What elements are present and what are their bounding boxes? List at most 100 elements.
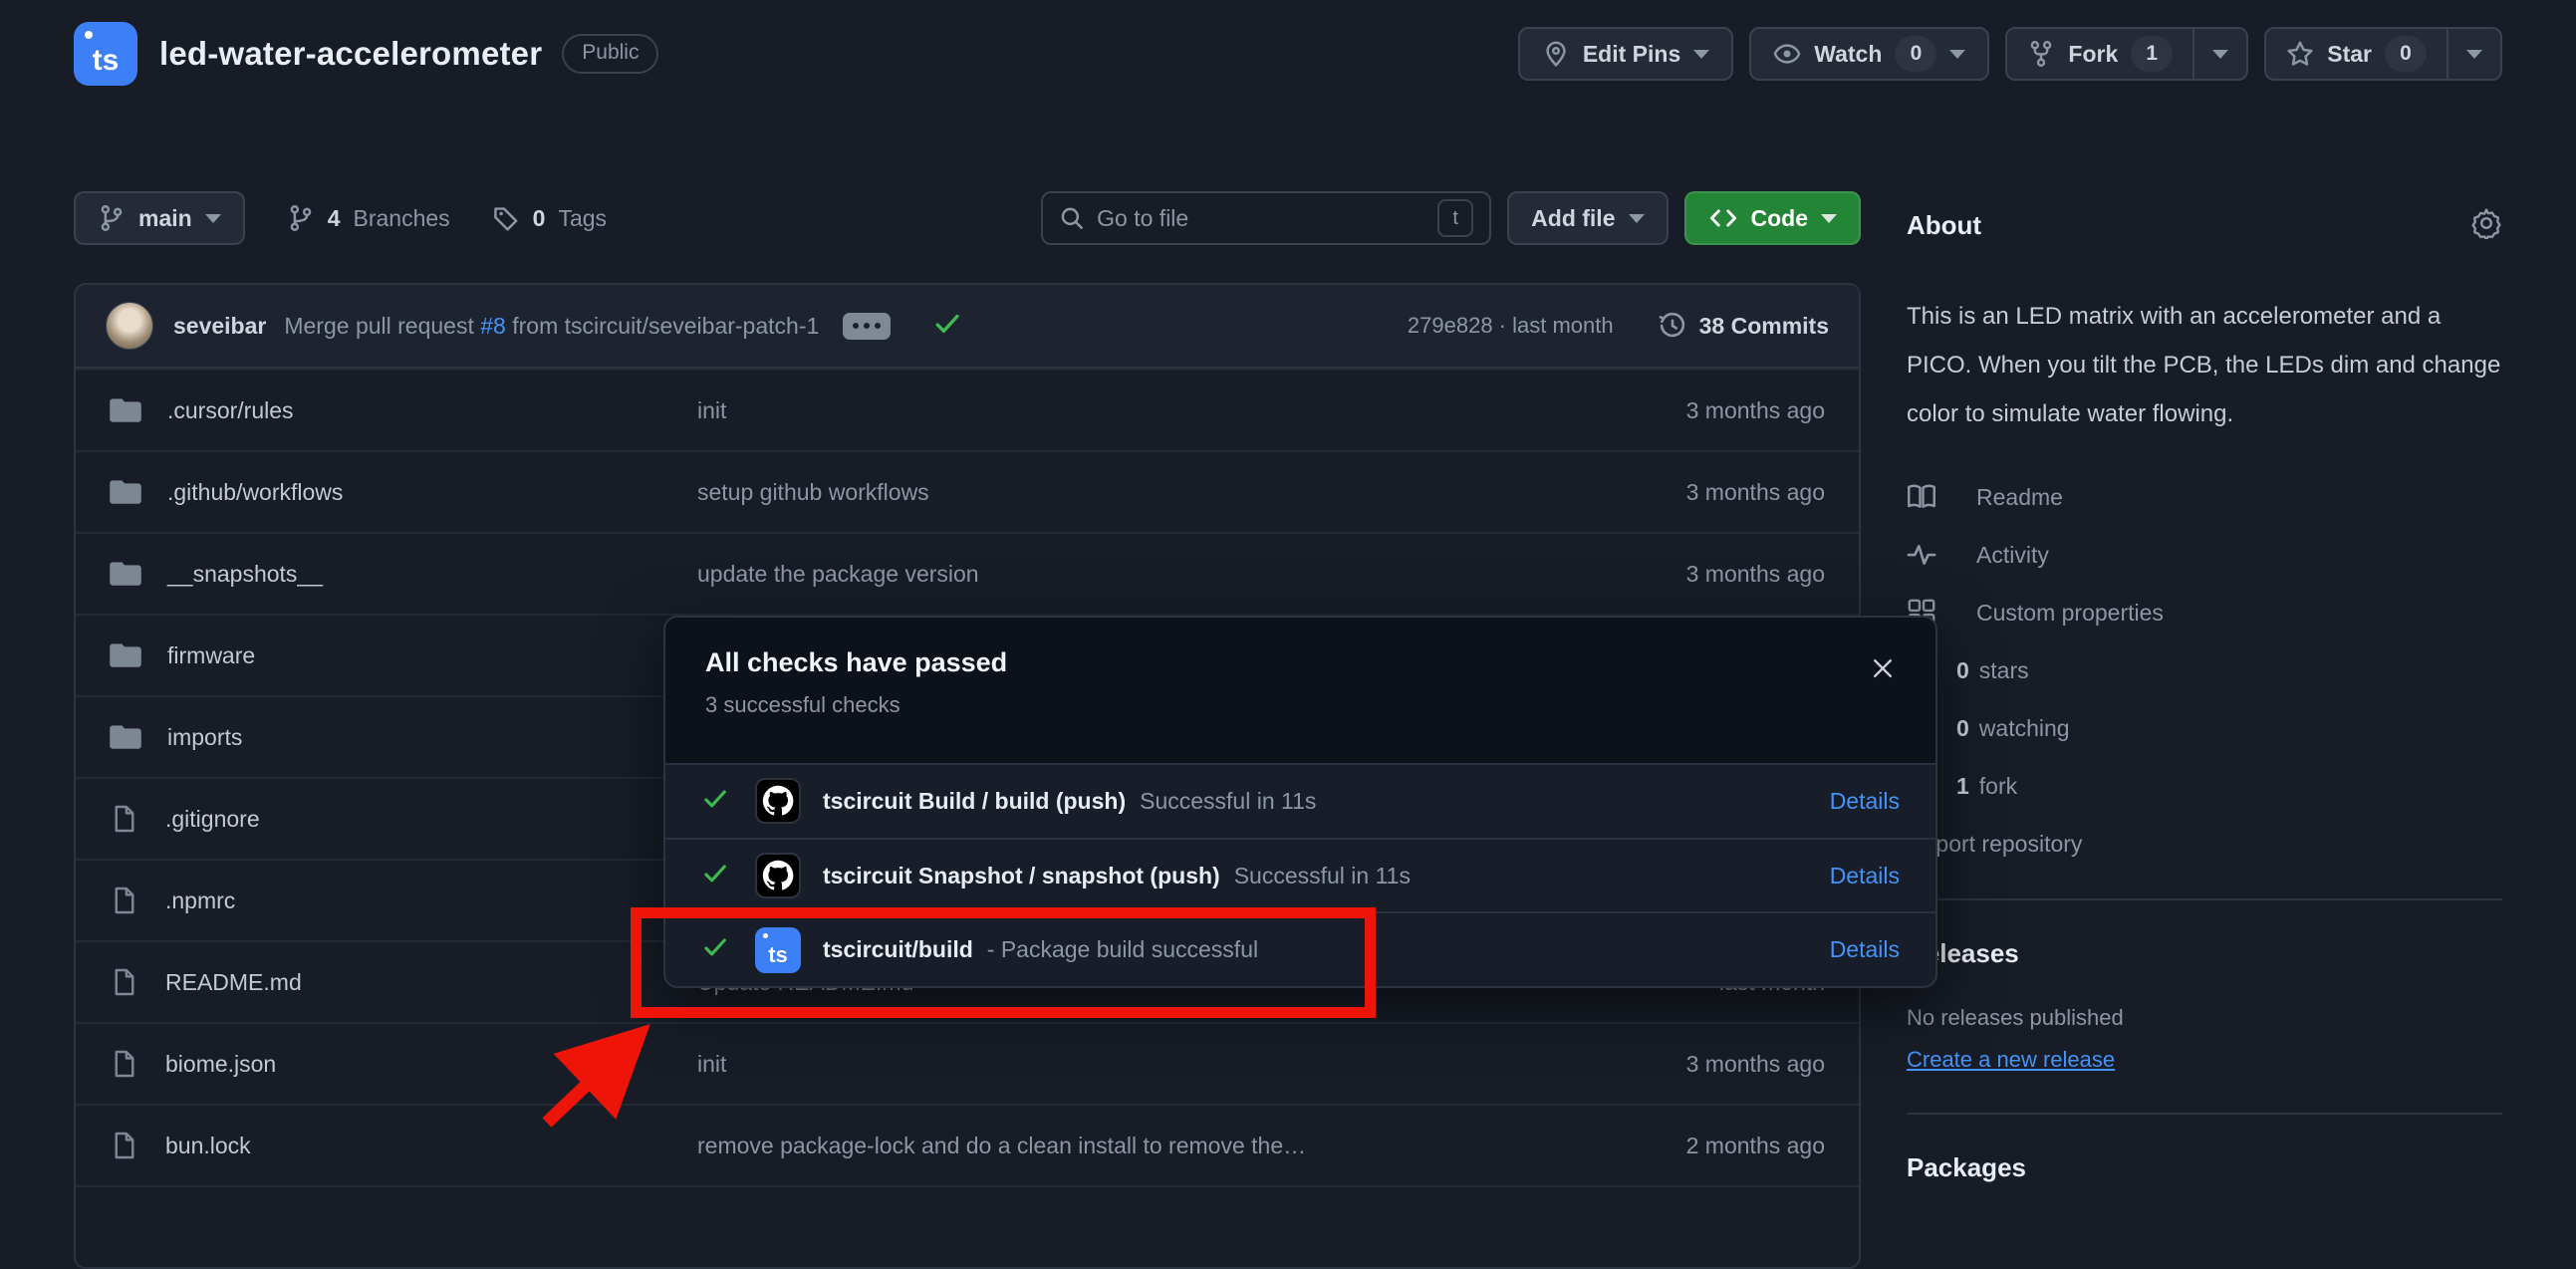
pr-link[interactable]: #8 [480,313,506,339]
commit-history-link[interactable]: 38 Commits [1658,311,1829,341]
details-link[interactable]: Details [1830,936,1900,963]
file-commit-message[interactable]: update the package version [697,561,1576,588]
file-name-link[interactable]: firmware [167,642,255,669]
watch-label: Watch [1814,41,1882,68]
commit-description-toggle[interactable] [843,313,891,340]
sidebar-item-readme[interactable]: Readme [1907,468,2502,526]
commit-message[interactable]: Merge pull request #8 from tscircuit/sev… [284,313,819,340]
tags-link[interactable]: 0 Tags [492,204,607,232]
divider [1907,898,2502,900]
file-name-link[interactable]: __snapshots__ [167,561,323,588]
watch-button[interactable]: Watch 0 [1749,27,1989,81]
github-actions-icon [755,778,801,824]
checks-subtitle: 3 successful checks [705,692,1896,718]
branches-label: Branches [353,205,449,232]
branch-selector[interactable]: main [74,191,245,245]
commit-message-suffix: from tscircuit/seveibar-patch-1 [506,313,819,339]
add-file-label: Add file [1531,205,1615,232]
item-label: Readme [1976,484,2063,511]
star-button[interactable]: Star 0 [2266,29,2447,79]
pulse-icon [1907,540,1936,570]
commit-hash-time[interactable]: 279e828 · last month [1408,313,1614,339]
item-label: watching [1979,715,2070,742]
file-commit-date[interactable]: 3 months ago [1576,1051,1825,1078]
file-name-link[interactable]: bun.lock [165,1133,251,1159]
releases-title: Releases [1907,938,2502,969]
header-actions: Edit Pins Watch 0 Fork 1 [1518,27,2502,81]
chevron-down-icon [205,214,221,223]
org-avatar[interactable]: ts [74,22,137,86]
branches-link[interactable]: 4 Branches [287,204,450,232]
file-icon [110,967,139,997]
sidebar-item-activity[interactable]: Activity [1907,526,2502,584]
org-avatar-label: ts [93,44,120,78]
packages-title: Packages [1907,1152,2502,1183]
about-title: About [1907,210,1981,241]
edit-pins-button[interactable]: Edit Pins [1518,27,1733,81]
folder-icon [110,721,141,753]
fork-dropdown-button[interactable] [2192,29,2246,79]
packages-section: Packages [1907,1152,2502,1183]
code-icon [1708,203,1738,233]
file-name-link[interactable]: biome.json [165,1051,276,1078]
code-button[interactable]: Code [1684,191,1862,245]
file-name-link[interactable]: .npmrc [165,888,235,914]
details-link[interactable]: Details [1830,788,1900,815]
details-link[interactable]: Details [1830,863,1900,889]
add-file-button[interactable]: Add file [1507,191,1668,245]
close-icon[interactable] [1864,649,1902,692]
file-name-link[interactable]: README.md [165,969,302,996]
keyboard-shortcut-hint: t [1437,199,1473,237]
create-release-link[interactable]: Create a new release [1907,1047,2115,1073]
tags-count: 0 [533,205,546,232]
check-success-icon [701,933,729,966]
checks-popover: All checks have passed 3 successful chec… [663,616,1937,988]
branches-count: 4 [328,205,341,232]
file-name-link[interactable]: .cursor/rules [167,397,294,424]
table-row: .cursor/rules init 3 months ago [76,369,1859,450]
file-name-link[interactable]: .github/workflows [167,479,343,506]
book-icon [1907,482,1936,512]
folder-icon [110,476,141,508]
item-label: fork [1979,773,2017,800]
chevron-down-icon [2466,50,2482,59]
file-commit-message[interactable]: remove package-lock and do a clean insta… [697,1133,1576,1159]
sidebar-item-stars[interactable]: 0 stars [1907,641,2502,699]
commit-meta: 279e828 · last month 38 Commits [1408,311,1829,341]
file-icon [110,804,139,834]
file-commit-date[interactable]: 3 months ago [1576,397,1825,424]
code-label: Code [1751,205,1809,232]
file-commit-date[interactable]: 3 months ago [1576,561,1825,588]
sidebar-item-watching[interactable]: 0 watching [1907,699,2502,757]
page-title[interactable]: led-water-accelerometer [159,35,542,73]
sidebar-item-forks[interactable]: 1 fork [1907,757,2502,815]
report-repository-link[interactable]: Report repository [1907,815,2502,873]
file-commit-message[interactable]: setup github workflows [697,479,1576,506]
item-label: Custom properties [1976,600,2164,627]
fork-button[interactable]: Fork 1 [2007,29,2192,79]
checks-title: All checks have passed [705,647,1896,678]
sidebar-item-custom-properties[interactable]: Custom properties [1907,584,2502,641]
item-count: 0 [1956,657,1969,684]
gear-icon[interactable] [2470,207,2502,244]
file-commit-date[interactable]: 2 months ago [1576,1133,1825,1159]
avatar[interactable] [106,302,153,350]
repo-header: ts led-water-accelerometer Public Edit P… [74,20,2502,88]
search-input[interactable] [1097,205,1425,232]
chevron-down-icon [1629,214,1645,223]
table-row [76,1185,1859,1267]
commit-status-check-icon[interactable] [932,309,962,344]
star-dropdown-button[interactable] [2447,29,2500,79]
file-name-link[interactable]: .gitignore [165,806,260,833]
file-commit-message[interactable]: init [697,397,1576,424]
tscircuit-icon: ts [755,927,801,973]
commit-author[interactable]: seveibar [173,313,266,340]
file-commit-date[interactable]: 3 months ago [1576,479,1825,506]
chevron-down-icon [1949,50,1965,59]
file-name-link[interactable]: imports [167,724,242,751]
file-commit-message[interactable]: init [697,1051,1576,1078]
star-button-group: Star 0 [2264,27,2502,81]
check-name: tscircuit Build / build (push) [823,788,1126,815]
table-row: .github/workflows setup github workflows… [76,450,1859,532]
check-success-icon [701,860,729,892]
